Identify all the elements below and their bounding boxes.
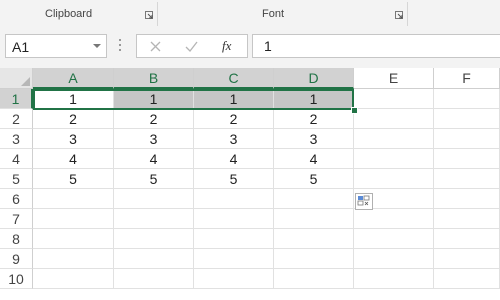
cell-b2[interactable]: 2	[114, 109, 194, 129]
formula-input[interactable]: 1	[252, 34, 500, 58]
column-header-b[interactable]: B	[114, 68, 194, 89]
clipboard-dialog-launcher-icon[interactable]	[145, 11, 153, 19]
cell-e1[interactable]	[354, 89, 434, 109]
ribbon-group-font-label: Font	[262, 8, 285, 20]
row-header-3[interactable]: 3	[0, 129, 33, 149]
fill-handle[interactable]	[351, 107, 358, 114]
column-header-e[interactable]: E	[354, 68, 434, 89]
cell-b7[interactable]	[114, 209, 194, 229]
cell-e7[interactable]	[354, 209, 434, 229]
cell-e4[interactable]	[354, 149, 434, 169]
cell-c5[interactable]: 5	[194, 169, 274, 189]
cell-a3[interactable]: 3	[33, 129, 114, 149]
cell-f8[interactable]	[434, 229, 500, 249]
name-box[interactable]: A1	[5, 34, 107, 58]
cell-a9[interactable]	[33, 249, 114, 269]
ribbon-group-labels: Clipboard Font	[0, 0, 500, 29]
row-header-6[interactable]: 6	[0, 189, 33, 209]
cell-e2[interactable]	[354, 109, 434, 129]
font-dialog-launcher-icon[interactable]	[395, 11, 403, 19]
row-header-5[interactable]: 5	[0, 169, 33, 189]
row-header-7[interactable]: 7	[0, 209, 33, 229]
cell-a6[interactable]	[33, 189, 114, 209]
cell-b10[interactable]	[114, 269, 194, 289]
ribbon-separator	[157, 2, 158, 26]
row-header-1[interactable]: 1	[0, 89, 33, 109]
cancel-icon[interactable]	[150, 41, 161, 52]
cell-d4[interactable]: 4	[274, 149, 354, 169]
formula-value: 1	[264, 38, 272, 54]
name-box-value: A1	[12, 39, 30, 55]
cell-d3[interactable]: 3	[274, 129, 354, 149]
column-header-f[interactable]: F	[434, 68, 500, 89]
formula-bar-row: A1 fx 1	[0, 28, 500, 65]
cell-b8[interactable]	[114, 229, 194, 249]
cell-f6[interactable]	[434, 189, 500, 209]
cell-f7[interactable]	[434, 209, 500, 229]
cell-d9[interactable]	[274, 249, 354, 269]
column-header-c[interactable]: C	[194, 68, 274, 89]
cell-f3[interactable]	[434, 129, 500, 149]
cell-c4[interactable]: 4	[194, 149, 274, 169]
cell-d2[interactable]: 2	[274, 109, 354, 129]
row-header-2[interactable]: 2	[0, 109, 33, 129]
cell-c7[interactable]	[194, 209, 274, 229]
cell-a7[interactable]	[33, 209, 114, 229]
cell-e9[interactable]	[354, 249, 434, 269]
chevron-down-icon[interactable]	[93, 44, 101, 48]
insert-function-icon[interactable]: fx	[222, 38, 231, 54]
select-all-triangle-icon	[21, 77, 30, 86]
cell-b9[interactable]	[114, 249, 194, 269]
cell-f4[interactable]	[434, 149, 500, 169]
quick-analysis-glyph-icon	[357, 195, 370, 206]
cell-d5[interactable]: 5	[274, 169, 354, 189]
cell-f10[interactable]	[434, 269, 500, 289]
cell-a10[interactable]	[33, 269, 114, 289]
cell-c8[interactable]	[194, 229, 274, 249]
row-header-9[interactable]: 9	[0, 249, 33, 269]
row-header-10[interactable]: 10	[0, 269, 33, 289]
cell-f2[interactable]	[434, 109, 500, 129]
cell-b4[interactable]: 4	[114, 149, 194, 169]
cell-a1[interactable]: 1	[33, 89, 114, 109]
cell-a2[interactable]: 2	[33, 109, 114, 129]
select-all-button[interactable]	[0, 68, 33, 89]
drag-handle-icon[interactable]	[118, 39, 122, 53]
column-header-a[interactable]: A	[33, 68, 114, 89]
cell-f5[interactable]	[434, 169, 500, 189]
cell-a5[interactable]: 5	[33, 169, 114, 189]
cell-d6[interactable]	[274, 189, 354, 209]
cell-d8[interactable]	[274, 229, 354, 249]
cell-b5[interactable]: 5	[114, 169, 194, 189]
worksheet-grid[interactable]: A B C D E F 1 1 1 1 1 2 2 2 2 2 3 3 3 3 3 4 4 4 4 4 5 5 5 5 5 6 7 8 9 10	[0, 68, 500, 300]
column-header-d[interactable]: D	[274, 68, 354, 89]
row-header-4[interactable]: 4	[0, 149, 33, 169]
cell-e8[interactable]	[354, 229, 434, 249]
cell-a8[interactable]	[33, 229, 114, 249]
quick-analysis-icon[interactable]	[355, 193, 373, 210]
cell-e5[interactable]	[354, 169, 434, 189]
cell-f1[interactable]	[434, 89, 500, 109]
cell-a4[interactable]: 4	[33, 149, 114, 169]
ribbon-separator	[407, 2, 408, 26]
row-header-8[interactable]: 8	[0, 229, 33, 249]
cell-e10[interactable]	[354, 269, 434, 289]
cell-d1[interactable]: 1	[274, 89, 354, 109]
cell-f9[interactable]	[434, 249, 500, 269]
formula-buttons: fx	[136, 34, 248, 58]
cell-b1[interactable]: 1	[114, 89, 194, 109]
cell-d10[interactable]	[274, 269, 354, 289]
cell-c2[interactable]: 2	[194, 109, 274, 129]
cell-c9[interactable]	[194, 249, 274, 269]
cell-c6[interactable]	[194, 189, 274, 209]
cell-c3[interactable]: 3	[194, 129, 274, 149]
cell-d7[interactable]	[274, 209, 354, 229]
cell-b3[interactable]: 3	[114, 129, 194, 149]
cell-e3[interactable]	[354, 129, 434, 149]
enter-check-icon[interactable]	[185, 41, 198, 52]
cell-c10[interactable]	[194, 269, 274, 289]
cell-b6[interactable]	[114, 189, 194, 209]
ribbon-group-clipboard-label: Clipboard	[45, 8, 93, 20]
cell-c1[interactable]: 1	[194, 89, 274, 109]
